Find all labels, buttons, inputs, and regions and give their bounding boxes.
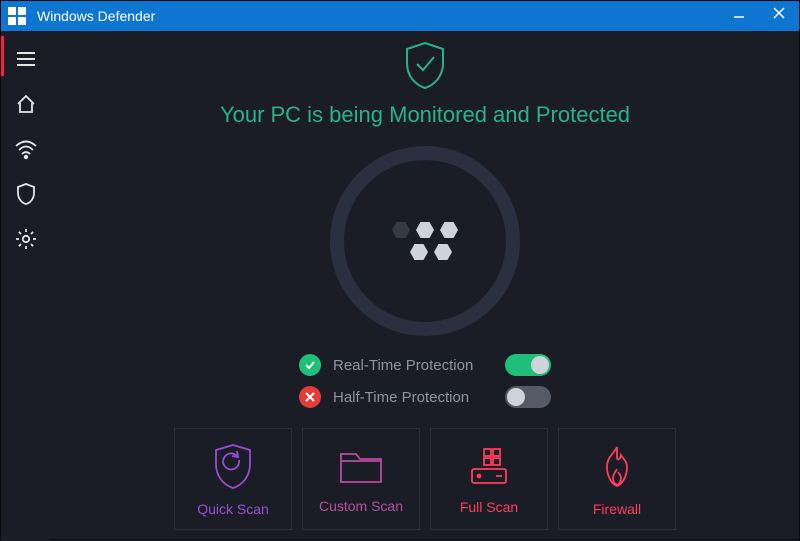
realtime-protection-row: Real-Time Protection xyxy=(299,354,551,376)
realtime-protection-label: Real-Time Protection xyxy=(333,357,493,374)
gear-icon xyxy=(14,227,38,251)
status-headline: Your PC is being Monitored and Protected xyxy=(220,102,630,128)
titlebar: Windows Defender xyxy=(1,1,799,31)
firewall-icon xyxy=(595,441,639,491)
firewall-button[interactable]: Firewall xyxy=(558,428,676,530)
sidebar-item-home[interactable] xyxy=(1,81,51,126)
full-scan-button[interactable]: Full Scan xyxy=(430,428,548,530)
x-circle-icon xyxy=(299,386,321,408)
realtime-protection-toggle[interactable] xyxy=(505,354,551,376)
minimize-button[interactable] xyxy=(719,1,759,31)
custom-scan-button[interactable]: Custom Scan xyxy=(302,428,420,530)
shield-icon xyxy=(15,182,37,206)
action-bar: Quick Scan Custom Scan Full Scan Firewal… xyxy=(174,428,676,530)
window-title: Windows Defender xyxy=(33,8,719,24)
hamburger-icon xyxy=(15,48,37,70)
shield-refresh-icon xyxy=(210,441,256,491)
firewall-label: Firewall xyxy=(593,501,641,517)
sidebar-item-wifi[interactable] xyxy=(1,126,51,171)
drive-windows-icon xyxy=(464,443,514,489)
home-icon xyxy=(15,93,37,115)
windows-logo-icon xyxy=(1,7,33,25)
scan-progress-ring xyxy=(330,146,520,336)
custom-scan-label: Custom Scan xyxy=(319,498,403,514)
wifi-icon xyxy=(14,138,38,160)
halftime-protection-toggle[interactable] xyxy=(505,386,551,408)
check-circle-icon xyxy=(299,354,321,376)
sidebar-item-settings[interactable] xyxy=(1,216,51,261)
sidebar xyxy=(1,31,51,541)
halftime-protection-label: Half-Time Protection xyxy=(333,389,493,406)
main-content: Your PC is being Monitored and Protected… xyxy=(51,31,799,541)
close-button[interactable] xyxy=(759,1,799,31)
full-scan-label: Full Scan xyxy=(460,499,518,515)
quick-scan-button[interactable]: Quick Scan xyxy=(174,428,292,530)
sidebar-item-menu[interactable] xyxy=(1,36,51,81)
folder-icon xyxy=(336,444,386,488)
quick-scan-label: Quick Scan xyxy=(197,501,269,517)
status-shield-icon xyxy=(401,39,449,96)
sidebar-item-shield[interactable] xyxy=(1,171,51,216)
sidebar-active-indicator xyxy=(1,36,4,76)
halftime-protection-row: Half-Time Protection xyxy=(299,386,551,408)
loading-spinner-icon xyxy=(392,222,458,260)
